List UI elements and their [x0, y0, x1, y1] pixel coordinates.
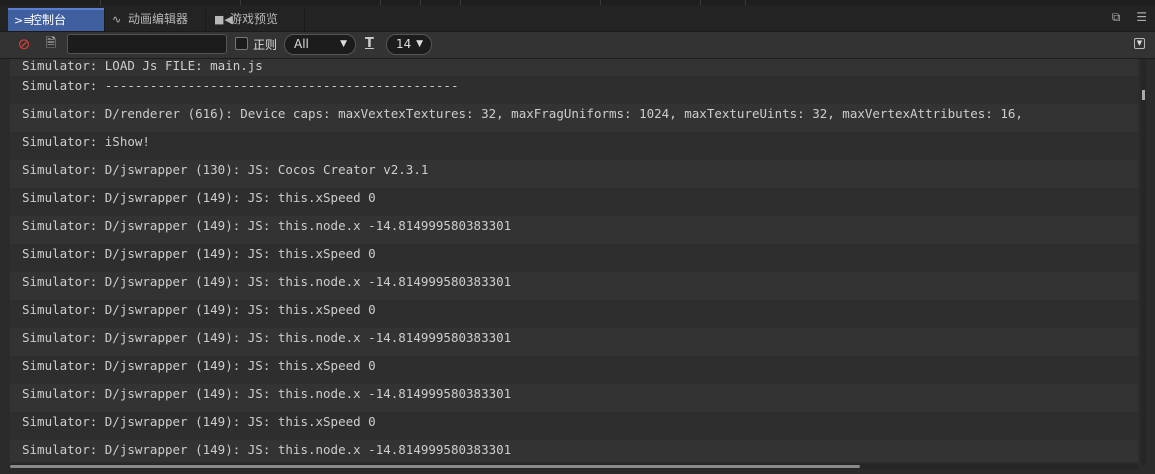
tab-separator — [304, 8, 305, 31]
log-entry: Simulator: LOAD Js FILE: main.js — [10, 59, 1138, 76]
log-entry: Simulator: D/jswrapper (149): JS: this.n… — [10, 440, 1138, 462]
log-level-select[interactable]: All ▼ — [284, 34, 356, 55]
open-log-file-icon[interactable]: 🗎 — [42, 35, 60, 53]
log-entry: Simulator: D/renderer (616): Device caps… — [10, 104, 1138, 132]
log-entry: Simulator: D/jswrapper (149): JS: this.n… — [10, 216, 1138, 244]
panel-tab-bar: >≡ 控制台 ∿ 动画编辑器 ■◀ 游戏预览 ⧉ ☰ — [0, 5, 1155, 32]
tab-separator — [205, 8, 206, 31]
log-entry: Simulator: D/jswrapper (130): JS: Cocos … — [10, 160, 1138, 188]
panel-window-controls: ⧉ ☰ — [1100, 10, 1147, 25]
console-log-list: Simulator: LOAD Js FILE: main.js Simulat… — [10, 59, 1138, 462]
tab-animation-editor[interactable]: ∿ 动画编辑器 — [106, 8, 206, 31]
animation-icon: ∿ — [112, 13, 122, 26]
tab-label: 控制台 — [30, 13, 67, 27]
chevron-down-icon: ▼ — [416, 39, 423, 49]
log-entry: Simulator: D/jswrapper (149): JS: this.n… — [10, 328, 1138, 356]
log-entry: Simulator: D/jswrapper (149): JS: this.n… — [10, 384, 1138, 412]
text-size-icon: T — [365, 36, 374, 51]
regex-checkbox[interactable] — [235, 37, 248, 50]
tab-console[interactable]: >≡ 控制台 — [8, 8, 104, 31]
tab-label: 游戏预览 — [230, 12, 279, 26]
regex-label: 正则 — [253, 38, 278, 52]
log-level-value: All — [294, 37, 309, 51]
horizontal-scrollbar-thumb[interactable] — [10, 465, 860, 468]
chevron-down-icon: ▼ — [340, 39, 347, 49]
font-size-value: 14 — [396, 37, 412, 51]
collapse-icon[interactable]: ▼ — [1134, 38, 1145, 49]
tab-separator — [104, 8, 105, 31]
log-entry: Simulator: iShow! — [10, 132, 1138, 160]
console-toolbar: ⊘ 🗎 正则 All ▼ T 14 ▼ ▼ — [0, 32, 1155, 59]
log-entry: Simulator: D/jswrapper (149): JS: this.x… — [10, 300, 1138, 328]
log-entry: Simulator: D/jswrapper (149): JS: this.n… — [10, 272, 1138, 300]
log-entry: Simulator: D/jswrapper (149): JS: this.x… — [10, 412, 1138, 440]
log-entry: Simulator: -----------------------------… — [10, 76, 1138, 104]
tab-game-preview[interactable]: ■◀ 游戏预览 — [208, 8, 304, 31]
video-camera-icon: ■◀ — [214, 13, 233, 26]
clear-log-icon[interactable]: ⊘ — [15, 35, 33, 53]
tab-label: 动画编辑器 — [128, 12, 189, 26]
log-entry: Simulator: D/jswrapper (149): JS: this.x… — [10, 356, 1138, 384]
log-entry: Simulator: D/jswrapper (149): JS: this.x… — [10, 188, 1138, 216]
vertical-scrollbar[interactable] — [1141, 59, 1146, 465]
log-entry: Simulator: D/jswrapper (149): JS: this.x… — [10, 244, 1138, 272]
terminal-icon: >≡ — [14, 14, 33, 27]
popout-icon[interactable]: ⧉ — [1112, 10, 1121, 24]
vertical-scrollbar-thumb[interactable] — [1142, 90, 1145, 100]
menu-icon[interactable]: ☰ — [1136, 10, 1147, 24]
search-input[interactable] — [67, 34, 227, 54]
font-size-select[interactable]: 14 ▼ — [386, 34, 432, 55]
